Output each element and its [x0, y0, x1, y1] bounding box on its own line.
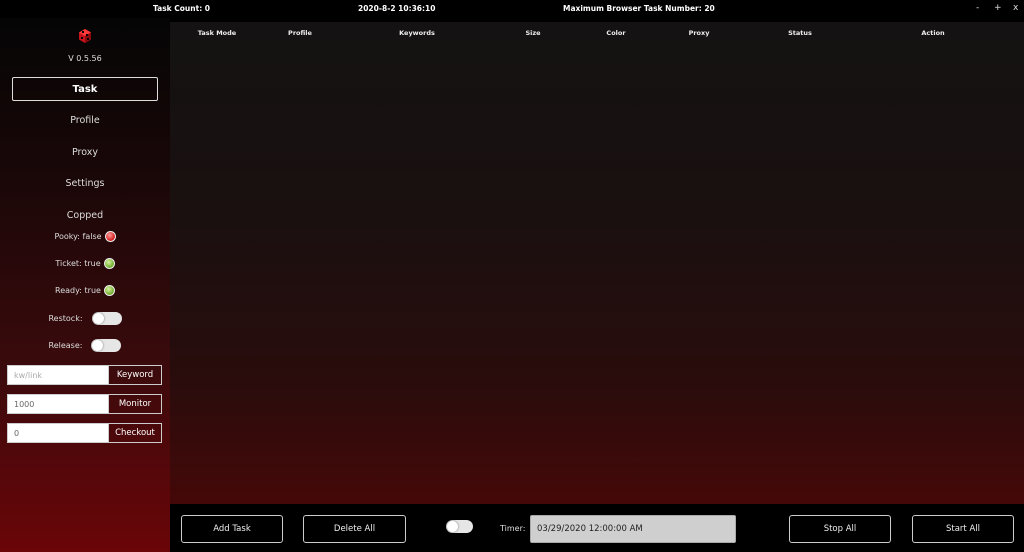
monitor-row: Monitor	[7, 394, 162, 414]
timer-toggle[interactable]	[446, 520, 473, 533]
checkout-delay-input[interactable]	[7, 423, 109, 443]
timer-label: Timer:	[500, 524, 526, 533]
status-false-icon	[104, 231, 116, 242]
add-task-button[interactable]: Add Task	[181, 515, 283, 543]
max-browser-task-number: Maximum Browser Task Number: 20	[563, 4, 715, 13]
top-bar: Task Count: 0 2020-8-2 10:36:10 Maximum …	[0, 0, 1024, 18]
table-header: Task Mode Profile Keywords Size Color Pr…	[170, 22, 1024, 44]
ready-status: Ready: true	[0, 285, 170, 296]
column-header-keywords: Keywords	[399, 29, 435, 37]
column-header-proxy: Proxy	[688, 29, 710, 37]
checkout-row: Checkout	[7, 423, 162, 443]
pooky-status-label: Pooky: false	[54, 232, 102, 241]
column-header-profile: Profile	[288, 29, 312, 37]
checkout-button[interactable]: Checkout	[109, 423, 162, 443]
restock-row: Restock:	[0, 312, 170, 325]
timer-input[interactable]: 03/29/2020 12:00:00 AM	[530, 515, 736, 543]
release-toggle[interactable]	[91, 339, 122, 352]
cube-logo-icon	[79, 29, 91, 43]
column-header-color: Color	[606, 29, 626, 37]
task-count: Task Count: 0	[153, 4, 211, 13]
column-header-action: Action	[921, 29, 945, 37]
column-header-size: Size	[525, 29, 541, 37]
restock-label: Restock:	[48, 314, 83, 323]
ready-status-label: Ready: true	[55, 286, 101, 295]
task-table: Task Mode Profile Keywords Size Color Pr…	[170, 22, 1024, 504]
nav-settings[interactable]: Settings	[0, 178, 170, 189]
keyword-button[interactable]: Keyword	[109, 365, 162, 385]
sidebar: V 0.5.56 Task Profile Proxy Settings Cop…	[0, 18, 170, 552]
status-true-icon	[103, 258, 115, 269]
keyword-input[interactable]	[7, 365, 109, 385]
app-version: V 0.5.56	[68, 54, 102, 63]
start-all-button[interactable]: Start All	[912, 515, 1014, 543]
restock-toggle[interactable]	[91, 312, 122, 325]
minimize-button[interactable]: -	[976, 3, 979, 13]
maximize-button[interactable]: +	[994, 3, 1002, 13]
ticket-status-label: Ticket: true	[55, 259, 101, 268]
nav-task[interactable]: Task	[12, 77, 158, 101]
status-true-icon	[103, 285, 115, 296]
current-datetime: 2020-8-2 10:36:10	[358, 4, 436, 13]
bottom-toolbar: Add Task Delete All Timer: 03/29/2020 12…	[170, 504, 1024, 552]
release-label: Release:	[48, 341, 83, 350]
delete-all-button[interactable]: Delete All	[303, 515, 406, 543]
nav-copped[interactable]: Copped	[0, 210, 170, 221]
monitor-button[interactable]: Monitor	[109, 394, 162, 414]
monitor-delay-input[interactable]	[7, 394, 109, 414]
ticket-status: Ticket: true	[0, 258, 170, 269]
close-button[interactable]: x	[1013, 3, 1018, 13]
column-header-status: Status	[788, 29, 812, 37]
column-header-task-mode: Task Mode	[197, 29, 237, 37]
release-row: Release:	[0, 339, 170, 352]
pooky-status: Pooky: false	[0, 231, 170, 242]
nav-profile[interactable]: Profile	[0, 115, 170, 126]
keyword-row: Keyword	[7, 365, 162, 385]
stop-all-button[interactable]: Stop All	[789, 515, 891, 543]
nav-proxy[interactable]: Proxy	[0, 147, 170, 158]
